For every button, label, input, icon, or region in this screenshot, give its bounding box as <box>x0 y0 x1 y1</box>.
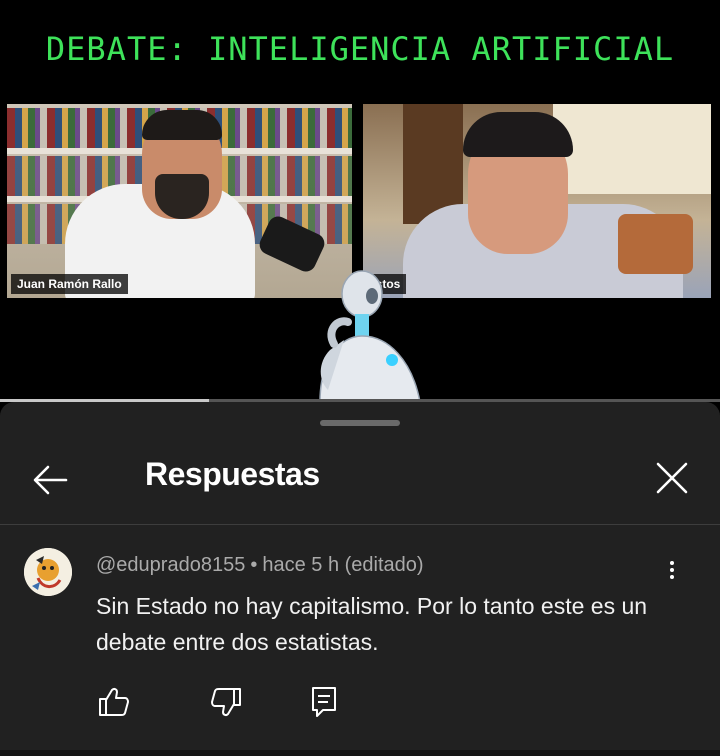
more-vertical-icon <box>658 561 686 579</box>
robot-thinker-image <box>319 270 421 402</box>
like-button[interactable] <box>94 682 134 722</box>
bottom-edge <box>0 750 720 756</box>
camera-feed-left: Juan Ramón Rallo <box>7 104 352 298</box>
video-player[interactable]: DEBATE: INTELIGENCIA ARTIFICIAL Juan Ram… <box>0 0 720 402</box>
cushion <box>618 214 693 274</box>
camera-feed-right: astos <box>363 104 711 298</box>
header-divider <box>0 524 720 525</box>
dislike-button[interactable] <box>206 682 246 722</box>
reply-icon <box>312 687 336 717</box>
comment-meta: @eduprado8155 • hace 5 h (editado) <box>96 554 424 577</box>
close-x-icon <box>656 462 688 494</box>
replies-panel: Respuestas @eduprado8155 • hace 5 h (edita… <box>0 402 720 756</box>
comment-author[interactable]: @eduprado8155 <box>96 554 245 576</box>
video-title-overlay: DEBATE: INTELIGENCIA ARTIFICIAL <box>45 30 675 68</box>
comment-text: Sin Estado no hay capitalismo. Por lo ta… <box>96 593 648 655</box>
panel-title: Respuestas <box>145 456 320 492</box>
speaker-name-left: Juan Ramón Rallo <box>11 274 128 294</box>
back-button[interactable] <box>28 458 72 502</box>
avatar[interactable] <box>24 548 72 596</box>
replies-header: Respuestas <box>0 442 720 524</box>
meta-separator: • <box>250 554 258 576</box>
reply-button[interactable] <box>304 682 344 722</box>
cartoon-avatar-icon <box>24 548 72 596</box>
thumbs-down-icon <box>211 688 241 717</box>
thumbs-up-icon <box>99 687 129 716</box>
more-options-button[interactable] <box>658 558 686 590</box>
drag-handle[interactable] <box>320 420 400 426</box>
comment-time: hace 5 h (editado) <box>262 554 424 576</box>
arrow-left-icon <box>33 465 68 495</box>
close-button[interactable] <box>652 458 692 498</box>
